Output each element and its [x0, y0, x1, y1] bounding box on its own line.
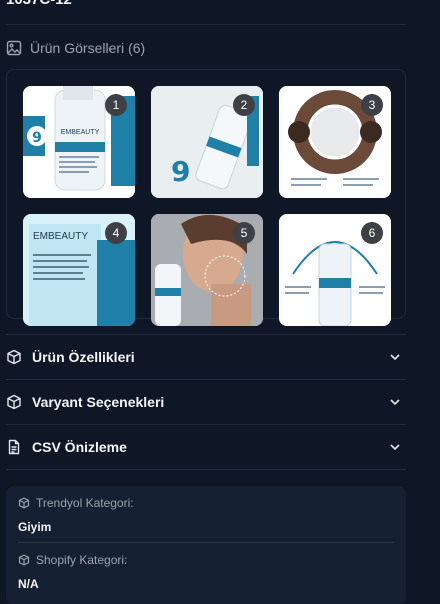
- product-image-2[interactable]: 9 2: [151, 86, 263, 198]
- image-icon: [6, 40, 22, 56]
- variants-accordion[interactable]: Varyant Seçenekleri: [6, 380, 406, 424]
- divider: [6, 469, 406, 470]
- cube-icon: [18, 497, 30, 509]
- category-info-card: Trendyol Kategori: Giyim Shopify Kategor…: [6, 486, 406, 604]
- shopify-category-value: N/A: [18, 577, 39, 591]
- chevron-down-icon: [390, 354, 400, 361]
- divider: [6, 24, 406, 25]
- cube-icon: [7, 349, 21, 365]
- product-image-4[interactable]: EMBEAUTY 4: [23, 214, 135, 326]
- product-image-3[interactable]: 3: [279, 86, 391, 198]
- trendyol-label-text: Trendyol Kategori:: [36, 496, 134, 510]
- box-brand-label: EMBEAUTY: [33, 231, 89, 242]
- image-number-badge: 3: [361, 94, 383, 116]
- image-number-badge: 2: [233, 94, 255, 116]
- svg-text:9: 9: [32, 130, 42, 146]
- image-number-badge: 5: [233, 222, 255, 244]
- cube-icon: [7, 394, 21, 410]
- svg-text:9: 9: [171, 155, 190, 188]
- chevron-down-icon: [390, 399, 400, 406]
- variants-label: Varyant Seçenekleri: [32, 394, 165, 410]
- chevron-down-icon: [390, 444, 400, 451]
- csv-preview-label: CSV Önizleme: [32, 439, 127, 455]
- shopify-category-label: Shopify Kategori:: [18, 553, 127, 567]
- product-title: 1037C-12: [6, 0, 72, 8]
- features-label: Ürün Özellikleri: [32, 349, 135, 365]
- divider: [18, 542, 394, 543]
- product-image-6[interactable]: 6: [279, 214, 391, 326]
- shopify-label-text: Shopify Kategori:: [36, 553, 128, 567]
- image-gallery: 9 EMBEAUTY 1 9 2 3 EMBEAUTY 4 5 6: [6, 69, 406, 326]
- product-image-1[interactable]: 9 EMBEAUTY 1: [23, 86, 135, 198]
- image-number-badge: 4: [105, 222, 127, 244]
- trendyol-category-value: Giyim: [18, 520, 52, 534]
- image-number-badge: 1: [105, 94, 127, 116]
- product-image-5[interactable]: 5: [151, 214, 263, 326]
- trendyol-category-label: Trendyol Kategori:: [18, 496, 134, 510]
- csv-preview-accordion[interactable]: CSV Önizleme: [6, 425, 406, 469]
- cube-icon: [18, 554, 30, 566]
- features-accordion[interactable]: Ürün Özellikleri: [6, 335, 406, 379]
- bottle-label: EMBEAUTY: [60, 129, 100, 136]
- document-icon: [8, 439, 20, 455]
- gallery-header: Ürün Görselleri (6): [6, 40, 145, 56]
- image-number-badge: 6: [361, 222, 383, 244]
- gallery-title: Ürün Görselleri (6): [30, 40, 146, 56]
